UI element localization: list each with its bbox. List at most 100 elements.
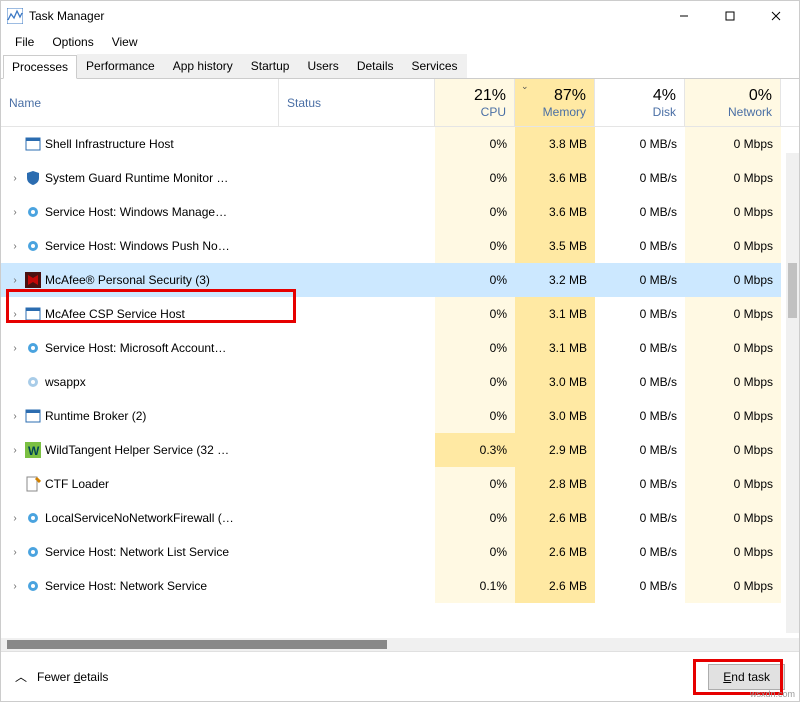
close-button[interactable]	[753, 1, 799, 31]
network-cell: 0 Mbps	[685, 365, 781, 399]
expand-icon[interactable]: ›	[9, 309, 21, 320]
process-row[interactable]: ›McAfee CSP Service Host0%3.1 MB0 MB/s0 …	[1, 297, 799, 331]
memory-cell: 2.8 MB	[515, 467, 595, 501]
process-row[interactable]: ›Service Host: Network List Service0%2.6…	[1, 535, 799, 569]
tab-users[interactable]: Users	[298, 54, 347, 78]
tab-startup[interactable]: Startup	[242, 54, 299, 78]
cpu-cell: 0%	[435, 399, 515, 433]
cpu-cell: 0%	[435, 127, 515, 161]
tab-services[interactable]: Services	[403, 54, 467, 78]
expand-icon[interactable]: ›	[9, 275, 21, 286]
disk-cell: 0 MB/s	[595, 535, 685, 569]
fewer-details-link[interactable]: Fewer details	[37, 670, 108, 684]
memory-cell: 3.8 MB	[515, 127, 595, 161]
expand-icon[interactable]: ›	[9, 173, 21, 184]
process-row[interactable]: ›WWildTangent Helper Service (32 …0.3%2.…	[1, 433, 799, 467]
status-cell	[279, 263, 435, 297]
disk-cell: 0 MB/s	[595, 399, 685, 433]
vertical-scrollbar-thumb[interactable]	[788, 263, 797, 318]
tab-details[interactable]: Details	[348, 54, 403, 78]
process-row[interactable]: ›LocalServiceNoNetworkFirewall (…0%2.6 M…	[1, 501, 799, 535]
tab-performance[interactable]: Performance	[77, 54, 164, 78]
horizontal-scrollbar[interactable]	[1, 638, 799, 651]
process-name: Shell Infrastructure Host	[45, 137, 174, 151]
expand-icon[interactable]: ›	[9, 445, 21, 456]
process-row[interactable]: ›Service Host: Windows Push No…0%3.5 MB0…	[1, 229, 799, 263]
process-name: Runtime Broker (2)	[45, 409, 146, 423]
tabs: Processes Performance App history Startu…	[1, 53, 799, 79]
disk-cell: 0 MB/s	[595, 161, 685, 195]
disk-cell: 0 MB/s	[595, 569, 685, 603]
status-cell	[279, 569, 435, 603]
col-network[interactable]: 0%Network	[685, 79, 781, 126]
process-name: Service Host: Network List Service	[45, 545, 229, 559]
network-cell: 0 Mbps	[685, 433, 781, 467]
process-icon	[25, 170, 41, 186]
network-cell: 0 Mbps	[685, 127, 781, 161]
expand-icon[interactable]: ›	[9, 547, 21, 558]
chevron-up-icon[interactable]: ︿	[15, 668, 27, 685]
col-cpu[interactable]: 21%CPU	[435, 79, 515, 126]
process-row[interactable]: ›Service Host: Windows Manage…0%3.6 MB0 …	[1, 195, 799, 229]
col-status[interactable]: Status	[279, 79, 435, 126]
process-row[interactable]: ›McAfee® Personal Security (3)0%3.2 MB0 …	[1, 263, 799, 297]
tab-app-history[interactable]: App history	[164, 54, 242, 78]
horizontal-scrollbar-thumb[interactable]	[7, 640, 387, 649]
process-row[interactable]: ›Service Host: Network Service0.1%2.6 MB…	[1, 569, 799, 603]
status-cell	[279, 433, 435, 467]
col-disk[interactable]: 4%Disk	[595, 79, 685, 126]
process-name: CTF Loader	[45, 477, 109, 491]
cpu-cell: 0%	[435, 263, 515, 297]
expand-icon[interactable]: ›	[9, 411, 21, 422]
status-cell	[279, 127, 435, 161]
cpu-cell: 0%	[435, 331, 515, 365]
disk-cell: 0 MB/s	[595, 433, 685, 467]
process-name: McAfee CSP Service Host	[45, 307, 185, 321]
status-cell	[279, 399, 435, 433]
expand-icon[interactable]: ›	[9, 581, 21, 592]
process-row[interactable]: ›Service Host: Microsoft Account…0%3.1 M…	[1, 331, 799, 365]
maximize-button[interactable]	[707, 1, 753, 31]
process-icon	[25, 374, 41, 390]
process-icon	[25, 408, 41, 424]
cpu-cell: 0.3%	[435, 433, 515, 467]
expand-icon[interactable]: ›	[9, 343, 21, 354]
memory-cell: 2.6 MB	[515, 501, 595, 535]
process-icon: W	[25, 442, 41, 458]
vertical-scrollbar[interactable]	[786, 153, 799, 633]
network-cell: 0 Mbps	[685, 195, 781, 229]
col-memory[interactable]: ⌄87%Memory	[515, 79, 595, 126]
process-row[interactable]: ›Runtime Broker (2)0%3.0 MB0 MB/s0 Mbps	[1, 399, 799, 433]
memory-cell: 3.1 MB	[515, 331, 595, 365]
expand-icon[interactable]: ›	[9, 207, 21, 218]
cpu-cell: 0%	[435, 229, 515, 263]
col-name[interactable]: Name	[1, 79, 279, 126]
disk-cell: 0 MB/s	[595, 229, 685, 263]
process-icon	[25, 510, 41, 526]
process-row[interactable]: ›System Guard Runtime Monitor …0%3.6 MB0…	[1, 161, 799, 195]
menu-options[interactable]: Options	[44, 33, 101, 51]
process-row[interactable]: Shell Infrastructure Host0%3.8 MB0 MB/s0…	[1, 127, 799, 161]
network-cell: 0 Mbps	[685, 229, 781, 263]
tab-processes[interactable]: Processes	[3, 55, 77, 79]
network-cell: 0 Mbps	[685, 501, 781, 535]
memory-cell: 2.6 MB	[515, 535, 595, 569]
process-name: wsappx	[45, 375, 86, 389]
process-row[interactable]: CTF Loader0%2.8 MB0 MB/s0 Mbps	[1, 467, 799, 501]
window-title: Task Manager	[29, 9, 104, 23]
menu-view[interactable]: View	[104, 33, 146, 51]
cpu-cell: 0%	[435, 297, 515, 331]
status-cell	[279, 297, 435, 331]
network-cell: 0 Mbps	[685, 467, 781, 501]
network-cell: 0 Mbps	[685, 535, 781, 569]
end-task-button[interactable]: End task	[708, 664, 785, 690]
process-row[interactable]: wsappx0%3.0 MB0 MB/s0 Mbps	[1, 365, 799, 399]
bottom-bar: ︿ Fewer details End task	[1, 651, 799, 701]
expand-icon[interactable]: ›	[9, 241, 21, 252]
menu-file[interactable]: File	[7, 33, 42, 51]
expand-icon[interactable]: ›	[9, 513, 21, 524]
status-cell	[279, 161, 435, 195]
status-cell	[279, 501, 435, 535]
minimize-button[interactable]	[661, 1, 707, 31]
cpu-cell: 0%	[435, 467, 515, 501]
